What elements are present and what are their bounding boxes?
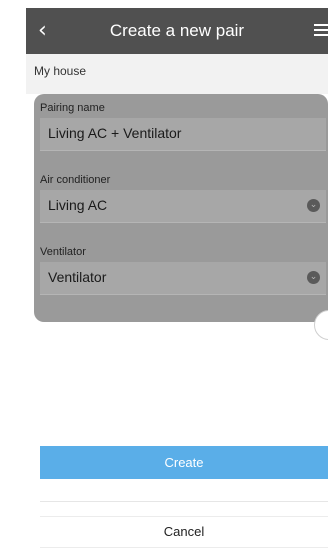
pairing-name-field[interactable]: Living AC + Ventilator bbox=[40, 118, 326, 151]
page-title: Create a new pair bbox=[109, 21, 245, 40]
app-screen: ‹ Create a new pair My house Pairing nam… bbox=[26, 8, 328, 548]
back-icon[interactable]: ‹ bbox=[38, 19, 58, 43]
ventilator-label: Ventilator bbox=[40, 246, 86, 258]
location-bar: My house bbox=[26, 54, 328, 94]
top-bar: ‹ Create a new pair bbox=[26, 8, 328, 54]
chevron-down-icon: ⌄ bbox=[307, 271, 320, 284]
air-conditioner-select[interactable]: Living AC ⌄ bbox=[40, 190, 326, 223]
pair-form-card: Pairing name Living AC + Ventilator Air … bbox=[34, 94, 328, 322]
menu-icon[interactable] bbox=[314, 24, 328, 36]
pairing-name-label: Pairing name bbox=[40, 102, 105, 114]
chevron-down-icon: ⌄ bbox=[307, 199, 320, 212]
air-conditioner-label: Air conditioner bbox=[40, 174, 111, 186]
ventilator-value: Ventilator bbox=[48, 269, 107, 285]
create-button[interactable]: Create bbox=[40, 446, 328, 479]
cancel-button[interactable]: Cancel bbox=[40, 516, 328, 548]
divider bbox=[40, 501, 328, 502]
ventilator-select[interactable]: Ventilator ⌄ bbox=[40, 262, 326, 295]
pairing-name-value: Living AC + Ventilator bbox=[48, 125, 182, 141]
air-conditioner-value: Living AC bbox=[48, 197, 108, 213]
house-name: My house bbox=[34, 64, 87, 78]
